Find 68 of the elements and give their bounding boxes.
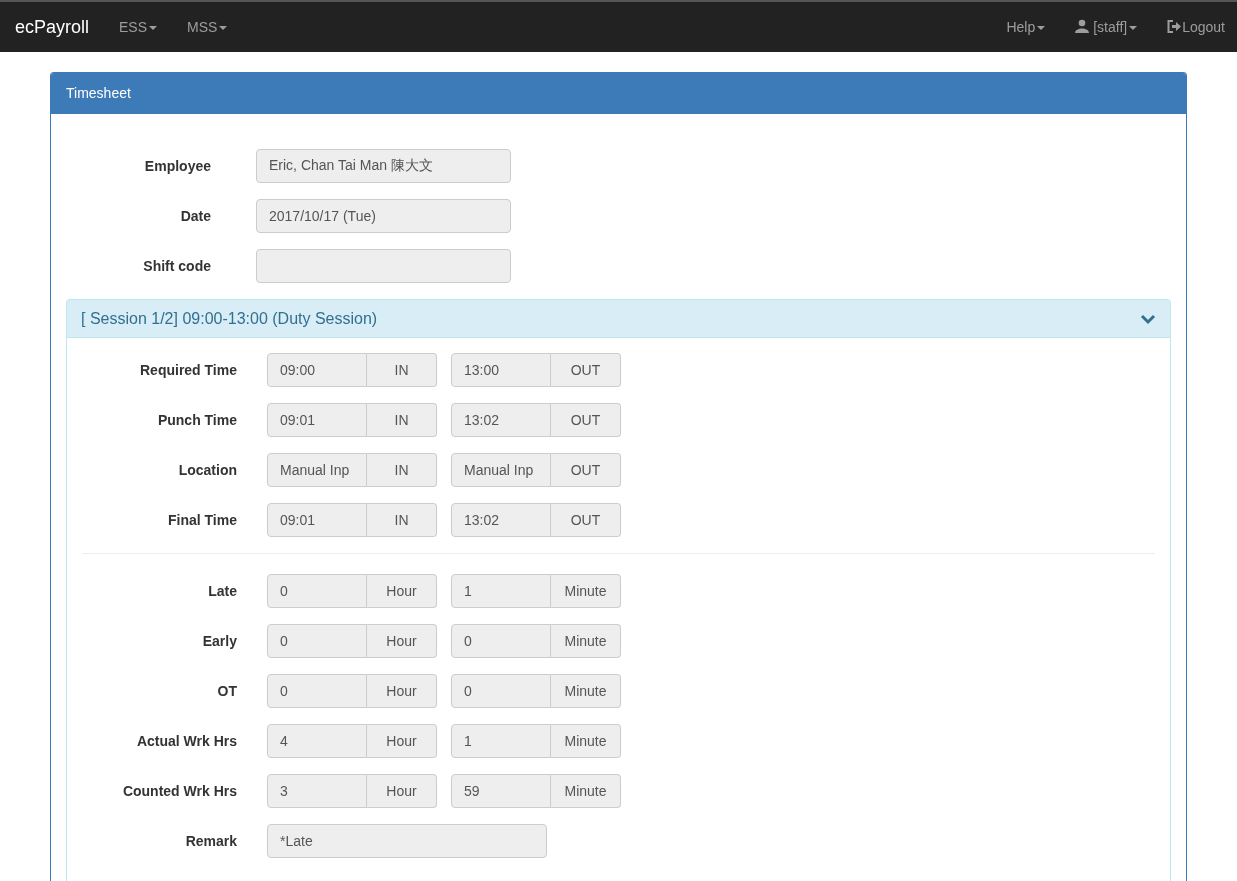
text-field[interactable]: 0 (451, 674, 551, 708)
text-field[interactable]: Manual Inp (267, 453, 367, 487)
input-addon: IN (367, 353, 437, 387)
text-field[interactable]: 0 (451, 624, 551, 658)
text-field[interactable]: 13:02 (451, 403, 551, 437)
input-addon: OUT (551, 403, 621, 437)
input-addon: IN (367, 453, 437, 487)
text-field[interactable]: 09:00 (267, 353, 367, 387)
input-addon: Hour (367, 774, 437, 808)
caret-icon (1129, 25, 1138, 30)
nav-menu[interactable]: MSS (172, 16, 243, 38)
nav-menu[interactable]: [staff] (1060, 16, 1153, 38)
text-field[interactable]: 0 (267, 624, 367, 658)
field-label: Employee (143, 156, 212, 176)
input-addon: Minute (551, 674, 621, 708)
text-field[interactable]: 09:01 (267, 503, 367, 537)
input-addon: Minute (551, 624, 621, 658)
text-field[interactable]: 1 (451, 574, 551, 608)
input-addon: Hour (367, 724, 437, 758)
text-field[interactable]: Manual Inp (451, 453, 551, 487)
text-field[interactable]: 0 (267, 674, 367, 708)
text-field[interactable]: 0 (267, 574, 367, 608)
brand-link[interactable]: ecPayroll (0, 13, 105, 41)
field-label: Date (179, 206, 212, 226)
nav-menu[interactable]: Logout (1152, 16, 1225, 38)
input-addon: IN (367, 503, 437, 537)
input-addon: Minute (551, 724, 621, 758)
text-field[interactable]: 09:01 (267, 403, 367, 437)
field-label: Actual Wrk Hrs (135, 731, 237, 751)
input-addon: IN (367, 403, 437, 437)
input-addon: Minute (551, 774, 621, 808)
caret-icon (219, 25, 228, 30)
field-label: OT (216, 681, 237, 701)
logout-icon (1167, 19, 1182, 33)
input-addon: OUT (551, 503, 621, 537)
field-label: Location (177, 460, 237, 480)
field-label: Early (201, 631, 237, 651)
caret-icon (1037, 25, 1046, 30)
text-field[interactable]: 13:02 (451, 503, 551, 537)
text-field[interactable]: 1 (451, 724, 551, 758)
session-header[interactable]: [ Session 1/2] 09:00-13:00 (Duty Session) (67, 300, 1170, 338)
field-label: Late (207, 581, 237, 601)
input-addon: Hour (367, 674, 437, 708)
field-label: Required Time (139, 360, 237, 380)
field-label: Remark (184, 831, 237, 851)
text-field[interactable]: Eric, Chan Tai Man 陳大文 (256, 149, 511, 183)
input-addon: Hour (367, 574, 437, 608)
nav-menu[interactable]: Help (991, 16, 1061, 38)
text-field[interactable]: 4 (267, 724, 367, 758)
field-label: Counted Wrk Hrs (121, 781, 237, 801)
panel-title: Timesheet (51, 73, 1186, 114)
field-label: Final Time (167, 510, 237, 530)
field-label: Shift code (142, 256, 212, 276)
text-field[interactable]: 2017/10/17 (Tue) (256, 199, 511, 233)
input-addon: Hour (367, 624, 437, 658)
user-icon (1075, 18, 1090, 33)
text-field[interactable]: 3 (267, 774, 367, 808)
field-label: Punch Time (156, 410, 237, 430)
text-field[interactable]: 59 (451, 774, 551, 808)
input-addon: OUT (551, 453, 621, 487)
text-field[interactable]: 13:00 (451, 353, 551, 387)
text-field[interactable]: *Late (267, 824, 547, 858)
input-addon: OUT (551, 353, 621, 387)
text-field[interactable] (256, 249, 511, 283)
nav-menu[interactable]: ESS (104, 16, 173, 38)
caret-icon (149, 25, 158, 30)
input-addon: Minute (551, 574, 621, 608)
session-title: [ Session 1/2] 09:00-13:00 (Duty Session) (81, 308, 378, 329)
